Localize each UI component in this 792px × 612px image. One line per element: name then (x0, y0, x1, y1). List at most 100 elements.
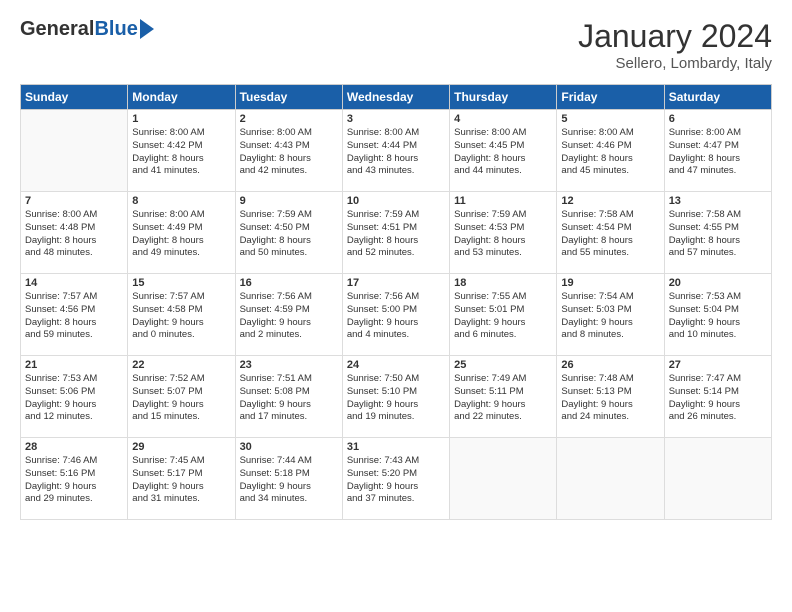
calendar-cell (450, 438, 557, 520)
day-info: Sunrise: 7:48 AM Sunset: 5:13 PM Dayligh… (561, 373, 659, 424)
weekday-header-saturday: Saturday (664, 85, 771, 110)
day-info: Sunrise: 7:58 AM Sunset: 4:55 PM Dayligh… (669, 209, 767, 260)
calendar-cell: 9 Sunrise: 7:59 AM Sunset: 4:50 PM Daylig… (235, 192, 342, 274)
calendar-cell: 28 Sunrise: 7:46 AM Sunset: 5:16 PM Dayli… (21, 438, 128, 520)
calendar-cell: 24 Sunrise: 7:50 AM Sunset: 5:10 PM Dayli… (342, 356, 449, 438)
calendar-cell: 13 Sunrise: 7:58 AM Sunset: 4:55 PM Dayli… (664, 192, 771, 274)
day-number: 31 (347, 441, 445, 453)
day-info: Sunrise: 7:59 AM Sunset: 4:50 PM Dayligh… (240, 209, 338, 260)
title-block: January 2024 Sellero, Lombardy, Italy (578, 18, 772, 72)
calendar-header-row: SundayMondayTuesdayWednesdayThursdayFrid… (21, 85, 772, 110)
day-number: 25 (454, 359, 552, 371)
day-info: Sunrise: 7:50 AM Sunset: 5:10 PM Dayligh… (347, 373, 445, 424)
calendar-cell: 20 Sunrise: 7:53 AM Sunset: 5:04 PM Dayli… (664, 274, 771, 356)
calendar-cell: 17 Sunrise: 7:56 AM Sunset: 5:00 PM Dayli… (342, 274, 449, 356)
day-info: Sunrise: 7:46 AM Sunset: 5:16 PM Dayligh… (25, 455, 123, 506)
day-info: Sunrise: 7:44 AM Sunset: 5:18 PM Dayligh… (240, 455, 338, 506)
calendar-cell: 7 Sunrise: 8:00 AM Sunset: 4:48 PM Daylig… (21, 192, 128, 274)
day-info: Sunrise: 7:56 AM Sunset: 4:59 PM Dayligh… (240, 291, 338, 342)
day-number: 26 (561, 359, 659, 371)
calendar-cell: 21Sunrise: 7:53 AM Sunset: 5:06 PM Dayli… (21, 356, 128, 438)
calendar-cell: 16Sunrise: 7:56 AM Sunset: 4:59 PM Dayli… (235, 274, 342, 356)
calendar-cell: 26 Sunrise: 7:48 AM Sunset: 5:13 PM Dayli… (557, 356, 664, 438)
calendar-week-row: 21Sunrise: 7:53 AM Sunset: 5:06 PM Dayli… (21, 356, 772, 438)
logo-blue-text: Blue (94, 18, 137, 41)
day-number: 9 (240, 195, 338, 207)
calendar-week-row: 28 Sunrise: 7:46 AM Sunset: 5:16 PM Dayli… (21, 438, 772, 520)
day-info: Sunrise: 7:59 AM Sunset: 4:51 PM Dayligh… (347, 209, 445, 260)
logo-general-text: General (20, 18, 94, 41)
calendar-cell: 8Sunrise: 8:00 AM Sunset: 4:49 PM Daylig… (128, 192, 235, 274)
calendar-cell: 25Sunrise: 7:49 AM Sunset: 5:11 PM Dayli… (450, 356, 557, 438)
calendar-cell: 11 Sunrise: 7:59 AM Sunset: 4:53 PM Dayli… (450, 192, 557, 274)
day-number: 4 (454, 113, 552, 125)
day-number: 14 (25, 277, 123, 289)
day-number: 10 (347, 195, 445, 207)
calendar-cell: 19Sunrise: 7:54 AM Sunset: 5:03 PM Dayli… (557, 274, 664, 356)
day-number: 1 (132, 113, 230, 125)
location-text: Sellero, Lombardy, Italy (578, 55, 772, 72)
calendar-cell (557, 438, 664, 520)
logo-arrow-icon (140, 19, 154, 39)
calendar-cell: 23Sunrise: 7:51 AM Sunset: 5:08 PM Dayli… (235, 356, 342, 438)
calendar-week-row: 14 Sunrise: 7:57 AM Sunset: 4:56 PM Dayli… (21, 274, 772, 356)
month-title: January 2024 (578, 18, 772, 55)
calendar-cell (664, 438, 771, 520)
calendar-cell: 15Sunrise: 7:57 AM Sunset: 4:58 PM Dayli… (128, 274, 235, 356)
day-number: 5 (561, 113, 659, 125)
day-info: Sunrise: 8:00 AM Sunset: 4:47 PM Dayligh… (669, 127, 767, 178)
day-number: 28 (25, 441, 123, 453)
calendar-cell: 10 Sunrise: 7:59 AM Sunset: 4:51 PM Dayli… (342, 192, 449, 274)
logo: General Blue (20, 18, 154, 41)
day-number: 17 (347, 277, 445, 289)
day-number: 12 (561, 195, 659, 207)
weekday-header-sunday: Sunday (21, 85, 128, 110)
calendar-cell: 4Sunrise: 8:00 AM Sunset: 4:45 PM Daylig… (450, 110, 557, 192)
day-info: Sunrise: 7:57 AM Sunset: 4:56 PM Dayligh… (25, 291, 123, 342)
calendar-cell: 3Sunrise: 8:00 AM Sunset: 4:44 PM Daylig… (342, 110, 449, 192)
day-number: 15 (132, 277, 230, 289)
weekday-header-monday: Monday (128, 85, 235, 110)
day-info: Sunrise: 7:58 AM Sunset: 4:54 PM Dayligh… (561, 209, 659, 260)
calendar-cell: 29Sunrise: 7:45 AM Sunset: 5:17 PM Dayli… (128, 438, 235, 520)
calendar-cell: 2 Sunrise: 8:00 AM Sunset: 4:43 PM Daylig… (235, 110, 342, 192)
day-info: Sunrise: 8:00 AM Sunset: 4:43 PM Dayligh… (240, 127, 338, 178)
day-number: 3 (347, 113, 445, 125)
day-info: Sunrise: 7:53 AM Sunset: 5:06 PM Dayligh… (25, 373, 123, 424)
calendar-cell: 1Sunrise: 8:00 AM Sunset: 4:42 PM Daylig… (128, 110, 235, 192)
calendar-cell: 18Sunrise: 7:55 AM Sunset: 5:01 PM Dayli… (450, 274, 557, 356)
weekday-header-friday: Friday (557, 85, 664, 110)
day-number: 24 (347, 359, 445, 371)
calendar-cell: 31 Sunrise: 7:43 AM Sunset: 5:20 PM Dayli… (342, 438, 449, 520)
calendar-cell: 5 Sunrise: 8:00 AM Sunset: 4:46 PM Daylig… (557, 110, 664, 192)
day-number: 6 (669, 113, 767, 125)
day-info: Sunrise: 7:53 AM Sunset: 5:04 PM Dayligh… (669, 291, 767, 342)
day-number: 20 (669, 277, 767, 289)
calendar-cell (21, 110, 128, 192)
day-number: 7 (25, 195, 123, 207)
calendar-week-row: 7 Sunrise: 8:00 AM Sunset: 4:48 PM Daylig… (21, 192, 772, 274)
day-info: Sunrise: 8:00 AM Sunset: 4:48 PM Dayligh… (25, 209, 123, 260)
day-number: 27 (669, 359, 767, 371)
calendar-cell: 14 Sunrise: 7:57 AM Sunset: 4:56 PM Dayli… (21, 274, 128, 356)
calendar-week-row: 1Sunrise: 8:00 AM Sunset: 4:42 PM Daylig… (21, 110, 772, 192)
day-info: Sunrise: 7:52 AM Sunset: 5:07 PM Dayligh… (132, 373, 230, 424)
day-number: 30 (240, 441, 338, 453)
calendar-cell: 12 Sunrise: 7:58 AM Sunset: 4:54 PM Dayli… (557, 192, 664, 274)
day-info: Sunrise: 7:56 AM Sunset: 5:00 PM Dayligh… (347, 291, 445, 342)
day-number: 11 (454, 195, 552, 207)
day-info: Sunrise: 7:43 AM Sunset: 5:20 PM Dayligh… (347, 455, 445, 506)
day-info: Sunrise: 7:55 AM Sunset: 5:01 PM Dayligh… (454, 291, 552, 342)
day-number: 8 (132, 195, 230, 207)
calendar-table: SundayMondayTuesdayWednesdayThursdayFrid… (20, 84, 772, 520)
day-info: Sunrise: 7:54 AM Sunset: 5:03 PM Dayligh… (561, 291, 659, 342)
day-info: Sunrise: 7:51 AM Sunset: 5:08 PM Dayligh… (240, 373, 338, 424)
weekday-header-thursday: Thursday (450, 85, 557, 110)
day-info: Sunrise: 7:59 AM Sunset: 4:53 PM Dayligh… (454, 209, 552, 260)
day-number: 2 (240, 113, 338, 125)
day-info: Sunrise: 8:00 AM Sunset: 4:46 PM Dayligh… (561, 127, 659, 178)
day-info: Sunrise: 7:47 AM Sunset: 5:14 PM Dayligh… (669, 373, 767, 424)
header: General Blue January 2024 Sellero, Lomba… (20, 18, 772, 72)
day-number: 13 (669, 195, 767, 207)
weekday-header-wednesday: Wednesday (342, 85, 449, 110)
